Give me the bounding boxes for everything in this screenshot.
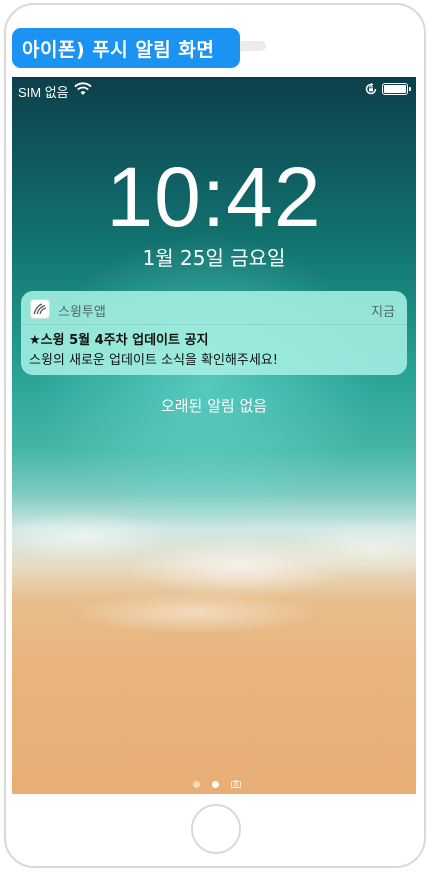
camera-icon xyxy=(231,780,241,788)
wifi-icon xyxy=(74,82,92,95)
lock-screen-time: 10:42 xyxy=(106,150,322,244)
status-bar: SIM 없음 xyxy=(12,77,416,101)
no-older-notifications-label: 오래된 알림 없음 xyxy=(160,397,268,415)
notification-body: 스윙의 새로운 업데이트 소식을 확인해주세요! xyxy=(29,353,278,368)
page-dot-active xyxy=(212,780,219,788)
caption-badge: 아이폰) 푸시 알림 화면 xyxy=(12,28,240,68)
lock-screen-date: 1월 25일 금요일 xyxy=(142,246,286,270)
lock-screen: SIM 없음 10:42 1월 25일 금요일 스윙투앱 지금 ★스윙 5월 4… xyxy=(12,77,416,794)
battery-icon xyxy=(382,83,411,95)
page-dot xyxy=(193,780,200,788)
notification-header: 스윙투앱 지금 xyxy=(21,291,407,325)
page-indicator[interactable] xyxy=(193,778,241,790)
notification-time: 지금 xyxy=(371,305,395,320)
caption-text: 아이폰) 푸시 알림 화면 xyxy=(22,38,215,61)
notification-app-name: 스윙투앱 xyxy=(58,305,106,320)
rotation-lock-icon xyxy=(365,82,377,95)
wallpaper-foam xyxy=(12,457,416,657)
notification-title: ★스윙 5월 4주차 업데이트 공지 xyxy=(29,333,209,348)
home-button[interactable] xyxy=(191,804,241,854)
carrier-label: SIM 없음 xyxy=(18,85,69,100)
push-notification[interactable]: 스윙투앱 지금 ★스윙 5월 4주차 업데이트 공지 스윙의 새로운 업데이트 … xyxy=(21,291,407,375)
swing-app-icon xyxy=(30,299,50,319)
